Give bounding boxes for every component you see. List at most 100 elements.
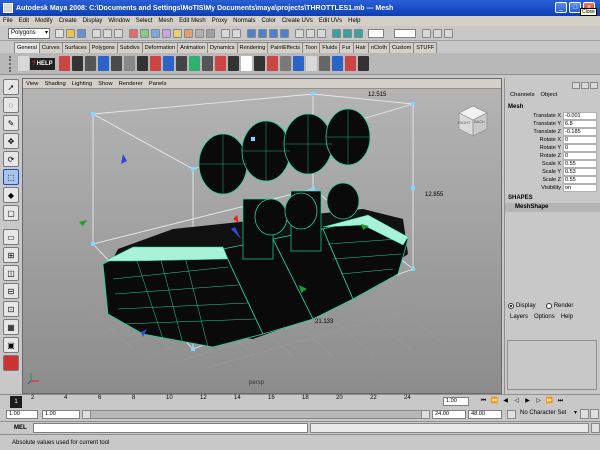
panel-menu-renderer[interactable]: Renderer — [116, 79, 146, 89]
layer-help-menu[interactable]: Help — [558, 314, 576, 320]
object-menu[interactable]: Object — [538, 92, 561, 98]
attr-scale-x[interactable]: Scale X 0.55 — [505, 160, 600, 168]
shelf-duplicate-icon[interactable] — [123, 56, 135, 71]
autokey-icon[interactable] — [580, 409, 589, 419]
start-time-field[interactable]: 1.00 — [6, 410, 38, 419]
menu-proxy[interactable]: Proxy — [209, 18, 230, 24]
character-set-icon[interactable] — [507, 410, 516, 419]
layer-list[interactable] — [507, 340, 597, 390]
attr-value[interactable]: 6.8 — [563, 120, 597, 128]
panel-menu-view[interactable]: View — [23, 79, 41, 89]
attr-rotate-y[interactable]: Rotate Y0 — [505, 144, 600, 152]
menu-edit[interactable]: Edit — [16, 18, 32, 24]
menu-edit-mesh[interactable]: Edit Mesh — [176, 18, 209, 24]
render-view-layout-icon[interactable]: ▣ — [3, 337, 19, 353]
tab-custom[interactable]: Custom — [388, 42, 415, 53]
panel-menu-shading[interactable]: Shading — [41, 79, 68, 89]
menu-edit-uvs[interactable]: Edit UVs — [316, 18, 345, 24]
tab-deformation[interactable]: Deformation — [141, 42, 179, 53]
shelf-hypershade-icon[interactable] — [318, 56, 330, 71]
select-joints-icon[interactable] — [140, 28, 149, 38]
toggle-attribute-editor-icon[interactable] — [433, 28, 442, 38]
tab-painteffects[interactable]: PaintEffects — [267, 42, 304, 53]
display-radio[interactable] — [508, 303, 514, 309]
minimize-button[interactable]: _ — [555, 2, 567, 13]
attr-value[interactable]: 0 — [563, 152, 597, 160]
select-misc-icon[interactable] — [206, 28, 215, 38]
menu-modify[interactable]: Modify — [32, 18, 56, 24]
viewcube-right-face[interactable]: RIGHT — [458, 120, 470, 125]
step-forward-frame-icon[interactable]: ▷ — [534, 397, 543, 406]
snap-point-icon[interactable] — [269, 28, 278, 38]
panel-menu-panels[interactable]: Panels — [146, 79, 170, 89]
shelf-delete-icon[interactable] — [149, 56, 161, 71]
shelf-light-icon[interactable] — [240, 56, 252, 71]
shelf-ik-icon[interactable] — [227, 56, 239, 71]
shelf-menu-icon[interactable] — [9, 55, 15, 72]
shelf-outliner-icon[interactable] — [305, 56, 317, 71]
attr-rotate-x[interactable]: Rotate X0 — [505, 136, 600, 144]
lock-selection-icon[interactable] — [221, 28, 230, 38]
menu-create-uvs[interactable]: Create UVs — [279, 18, 316, 24]
shelf-lattice-icon[interactable] — [188, 56, 200, 71]
shelf-tool-icon[interactable] — [18, 56, 29, 71]
menu-display[interactable]: Display — [80, 18, 106, 24]
range-start-handle[interactable] — [83, 411, 91, 418]
animation-preferences-icon[interactable] — [590, 409, 599, 419]
select-rendering-icon[interactable] — [195, 28, 204, 38]
select-surfaces-icon[interactable] — [162, 28, 171, 38]
tab-polygons[interactable]: Polygons — [88, 42, 118, 53]
tab-curves[interactable]: Curves — [38, 42, 63, 53]
shelf-render-icon[interactable] — [331, 56, 343, 71]
anim-start-field[interactable]: 1.00 — [42, 410, 80, 419]
numeric-input-field[interactable] — [394, 28, 416, 38]
rotate-tool-icon[interactable]: ⟳ — [3, 151, 19, 167]
anim-end-field[interactable]: 48.00 — [468, 410, 502, 419]
channels-menu[interactable]: Channels — [507, 92, 538, 98]
select-dynamics-icon[interactable] — [184, 28, 193, 38]
shelf-graph-icon[interactable] — [279, 56, 291, 71]
current-frame-marker[interactable]: 1 — [10, 396, 22, 408]
range-end-handle[interactable] — [421, 411, 429, 418]
menu-normals[interactable]: Normals — [230, 18, 258, 24]
attr-translate-z[interactable]: Translate Z -0.185 — [505, 128, 600, 136]
select-curves-icon[interactable] — [151, 28, 160, 38]
step-forward-key-icon[interactable]: ⏩ — [545, 397, 554, 406]
tab-stuff[interactable]: STUFF — [413, 42, 438, 53]
render-settings-icon[interactable] — [354, 28, 363, 38]
tab-dynamics[interactable]: Dynamics — [206, 42, 238, 53]
move-tool-icon[interactable]: ✥ — [3, 133, 19, 149]
shelf-create-icon[interactable] — [58, 56, 70, 71]
attr-scale-y[interactable]: Scale Y 0.53 — [505, 168, 600, 176]
menu-select[interactable]: Select — [133, 18, 156, 24]
character-set-dropdown[interactable]: No Character Set — [518, 409, 578, 419]
highlight-selection-icon[interactable] — [232, 28, 241, 38]
tab-surfaces[interactable]: Surfaces — [61, 42, 90, 53]
side-by-side-layout-icon[interactable]: ◫ — [3, 265, 19, 281]
select-handles-icon[interactable] — [129, 28, 138, 38]
mel-command-input[interactable] — [32, 423, 309, 433]
layout-toggle-icon[interactable] — [572, 81, 580, 89]
perspective-viewport[interactable]: View Shading Lighting Show Renderer Pane… — [22, 78, 502, 394]
menu-window[interactable]: Window — [105, 18, 132, 24]
script-editor-layout-icon[interactable] — [3, 355, 19, 371]
tab-subdivs[interactable]: Subdivs — [116, 42, 143, 53]
attr-value[interactable]: 0.55 — [563, 176, 597, 184]
layout-toggle-icon[interactable] — [581, 81, 589, 89]
current-time-field[interactable]: 1.00 — [443, 397, 469, 406]
attr-value[interactable]: 0 — [563, 136, 597, 144]
attr-value[interactable]: 0 — [563, 144, 597, 152]
scale-tool-icon[interactable]: ⬚ — [3, 169, 19, 185]
scene-canvas[interactable]: 12.515 12.855 21.133 persp RIGHT BACK — [23, 89, 501, 393]
new-scene-icon[interactable] — [55, 28, 64, 38]
toggle-channel-box-icon[interactable] — [422, 28, 431, 38]
shelf-script-icon[interactable] — [357, 56, 369, 71]
shelf-joint-icon[interactable] — [214, 56, 226, 71]
layers-menu[interactable]: Layers — [507, 314, 531, 320]
tab-fluids[interactable]: Fluids — [319, 42, 341, 53]
tab-animation[interactable]: Animation — [177, 42, 208, 53]
shape-node-name[interactable]: MeshShape — [505, 203, 600, 212]
step-back-frame-icon[interactable]: ◀ — [501, 397, 510, 406]
shelf-connect-icon[interactable] — [110, 56, 122, 71]
last-tool-icon[interactable]: ▢ — [3, 205, 19, 221]
